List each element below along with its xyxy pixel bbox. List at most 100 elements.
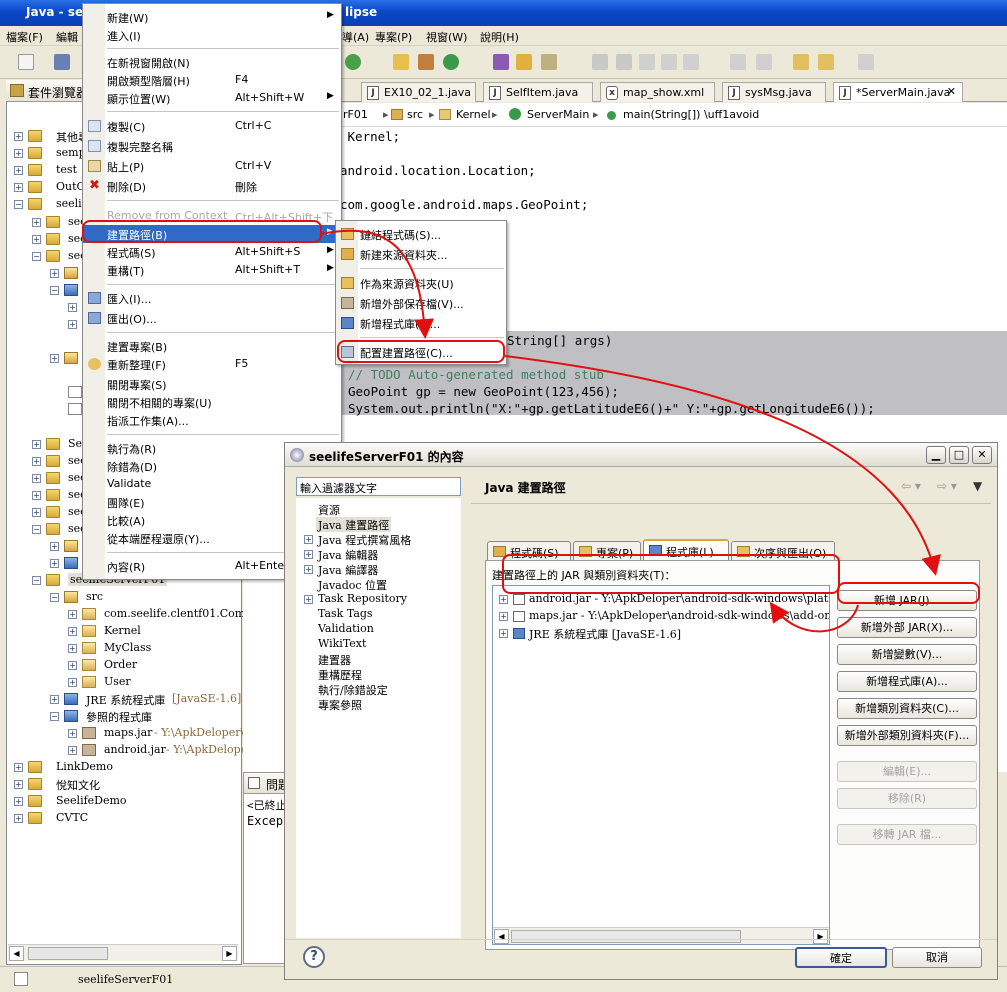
add-library-button[interactable]: 新增程式庫(A)...	[837, 671, 977, 692]
close-icon[interactable]: ✕	[972, 446, 992, 464]
show-whitespace-icon[interactable]	[661, 54, 677, 70]
jar-entry-maps[interactable]: + maps.jar - Y:\ApkDeloper\android-sdk-wi…	[493, 608, 829, 625]
menu-delete[interactable]: ✖ 刪除(D) 刪除	[83, 177, 341, 195]
remove-button[interactable]: 移除(R)	[837, 788, 977, 809]
cancel-button[interactable]: 取消	[892, 947, 982, 968]
jar-entry-jre[interactable]: + JRE 系統程式庫 [JavaSE-1.6]	[493, 625, 829, 642]
menu-new[interactable]: 新建(W) ▶	[83, 8, 341, 26]
search-icon[interactable]	[541, 54, 557, 70]
last-edit-icon[interactable]	[793, 54, 809, 70]
breadcrumb-method[interactable]: main(String[]) \uff1avoid	[623, 108, 759, 121]
new-package-icon[interactable]	[418, 54, 434, 70]
menu-show-in[interactable]: 顯示位置(W) Alt+Shift+W ▶	[83, 89, 341, 107]
jar-list[interactable]: + android.jar - Y:\ApkDeloper\android-sdk…	[492, 585, 830, 945]
editor-tab-sysmsg[interactable]: JsysMsg.java	[722, 82, 826, 102]
nav-wikitext[interactable]: WikiText	[318, 637, 366, 652]
new-source-folder-icon	[341, 248, 354, 260]
add-class-folder-button[interactable]: 新增類別資料夾(C)...	[837, 698, 977, 719]
menu-export[interactable]: 匯出(O)...	[83, 309, 341, 327]
nav-java-editor[interactable]: + Java 編輯器	[304, 547, 378, 562]
class-icon	[509, 108, 521, 120]
ok-button[interactable]: 確定	[795, 947, 887, 968]
run-icon[interactable]	[345, 54, 361, 70]
forward-icon[interactable]	[858, 54, 874, 70]
toggle-mark-icon[interactable]	[639, 54, 655, 70]
menu-paste[interactable]: 貼上(P) Ctrl+V	[83, 157, 341, 175]
breadcrumb-project[interactable]: rF01	[343, 108, 368, 121]
nav-refactoring-history[interactable]: 重構歷程	[318, 667, 362, 682]
menu-source[interactable]: 程式碼(S) Alt+Shift+S ▶	[83, 243, 341, 261]
editor-tab-selfitem[interactable]: J SelfItem.java	[483, 82, 593, 102]
new-class-icon[interactable]	[443, 54, 459, 70]
close-tab-icon[interactable]: ✕	[947, 85, 956, 98]
nav-validation[interactable]: Validation	[318, 622, 374, 637]
back-arrow-icon[interactable]: ⇦ ▾	[901, 479, 921, 493]
submenu-add-external-archives[interactable]: 新增外部保存檔(V)...	[336, 294, 506, 312]
pin-icon[interactable]	[616, 54, 632, 70]
nav-resource[interactable]: 資源	[318, 502, 340, 517]
explorer-hscrollbar[interactable]: ◀ ▶	[8, 944, 238, 961]
nav-java-compiler[interactable]: + Java 編譯器	[304, 562, 378, 577]
paragraph-icon[interactable]	[683, 54, 699, 70]
menu-import[interactable]: 匯入(I)...	[83, 289, 341, 307]
add-external-jar-button[interactable]: 新增外部 JAR(X)...	[837, 617, 977, 638]
breadcrumb-src[interactable]: src	[407, 108, 423, 121]
back-icon[interactable]	[818, 54, 834, 70]
menu-project[interactable]: 專案(P)	[375, 29, 412, 45]
menu-close-project[interactable]: 關閉專案(S)	[83, 375, 341, 393]
open-type-icon[interactable]	[493, 54, 509, 70]
new-icon[interactable]	[18, 54, 34, 70]
menu-refresh[interactable]: 重新整理(F) F5	[83, 355, 341, 373]
menu-open-new-window[interactable]: 在新視窗開啟(N)	[83, 53, 341, 71]
view-menu-icon[interactable]: ▼	[973, 479, 982, 493]
fast-view-icon[interactable]	[14, 972, 28, 986]
menu-file[interactable]: 檔案(F)	[6, 29, 43, 45]
breadcrumb-class[interactable]: ServerMain	[527, 108, 589, 121]
nav-java-code-style[interactable]: + Java 程式撰寫風格	[304, 532, 411, 547]
menu-close-unrelated[interactable]: 關閉不相關的專案(U)	[83, 393, 341, 411]
open-folder-icon[interactable]	[516, 54, 532, 70]
menu-navigate[interactable]: 導(A)	[342, 29, 369, 45]
nav-task-repository[interactable]: + Task Repository	[304, 592, 407, 607]
edit-button[interactable]: 編輯(E)...	[837, 761, 977, 782]
maximize-icon[interactable]: □	[949, 446, 969, 464]
submenu-link-source[interactable]: 鏈結程式碼(S)...	[336, 225, 506, 243]
save-icon[interactable]	[54, 54, 70, 70]
link-source-icon	[341, 228, 354, 240]
next-annotation-icon[interactable]	[730, 54, 746, 70]
filter-input[interactable]: 輸入過濾器文字	[296, 477, 461, 496]
menu-window[interactable]: 視窗(W)	[426, 29, 467, 45]
menu-copy[interactable]: 複製(C) Ctrl+C	[83, 117, 341, 135]
editor-tab-map-show[interactable]: x map_show.xml	[600, 82, 715, 102]
menu-help[interactable]: 說明(H)	[480, 29, 519, 45]
nav-task-tags[interactable]: Task Tags	[318, 607, 373, 622]
menu-assign-working-sets[interactable]: 指派工作集(A)...	[83, 411, 341, 429]
nav-java-build-path[interactable]: Java 建置路徑	[316, 517, 392, 532]
breadcrumb-package[interactable]: Kernel	[456, 108, 491, 121]
annotation-icon[interactable]	[592, 54, 608, 70]
nav-run-debug-settings[interactable]: 執行/除錯設定	[318, 682, 388, 697]
menu-go-into[interactable]: 進入(I)	[83, 26, 341, 44]
forward-arrow-icon[interactable]: ⇨ ▾	[937, 479, 957, 493]
menu-open-type-hierarchy[interactable]: 開啟類型階層(H) F4	[83, 71, 341, 89]
editor-tab-servermain[interactable]: J *ServerMain.java ✕	[833, 82, 963, 102]
menu-copy-qualified-name[interactable]: 複製完整名稱	[83, 137, 341, 155]
add-external-class-folder-button[interactable]: 新增外部類別資料夾(F)...	[837, 725, 977, 746]
nav-project-references[interactable]: 專案參照	[318, 697, 362, 712]
prev-annotation-icon[interactable]	[756, 54, 772, 70]
submenu-add-libraries[interactable]: 新增程式庫(L)...	[336, 314, 506, 332]
add-variable-button[interactable]: 新增變數(V)...	[837, 644, 977, 665]
minimize-icon[interactable]: ▁	[926, 446, 946, 464]
editor-tab-ex10[interactable]: J EX10_02_1.java	[361, 82, 476, 102]
nav-javadoc-location[interactable]: Javadoc 位置	[318, 577, 387, 592]
submenu-new-source-folder[interactable]: 新建來源資料夾...	[336, 245, 506, 263]
nav-builders[interactable]: 建置器	[318, 652, 351, 667]
menu-build-project[interactable]: 建置專案(B)	[83, 337, 341, 355]
help-icon[interactable]: ?	[303, 946, 325, 968]
new-java-project-icon[interactable]	[393, 54, 409, 70]
submenu-use-as-source[interactable]: 作為來源資料夾(U)	[336, 274, 506, 292]
use-as-source-icon	[341, 277, 354, 289]
menu-refactor[interactable]: 重構(T) Alt+Shift+T ▶	[83, 261, 341, 279]
migrate-jar-button[interactable]: 移轉 JAR 檔...	[837, 824, 977, 845]
menu-edit[interactable]: 編輯	[56, 29, 78, 45]
